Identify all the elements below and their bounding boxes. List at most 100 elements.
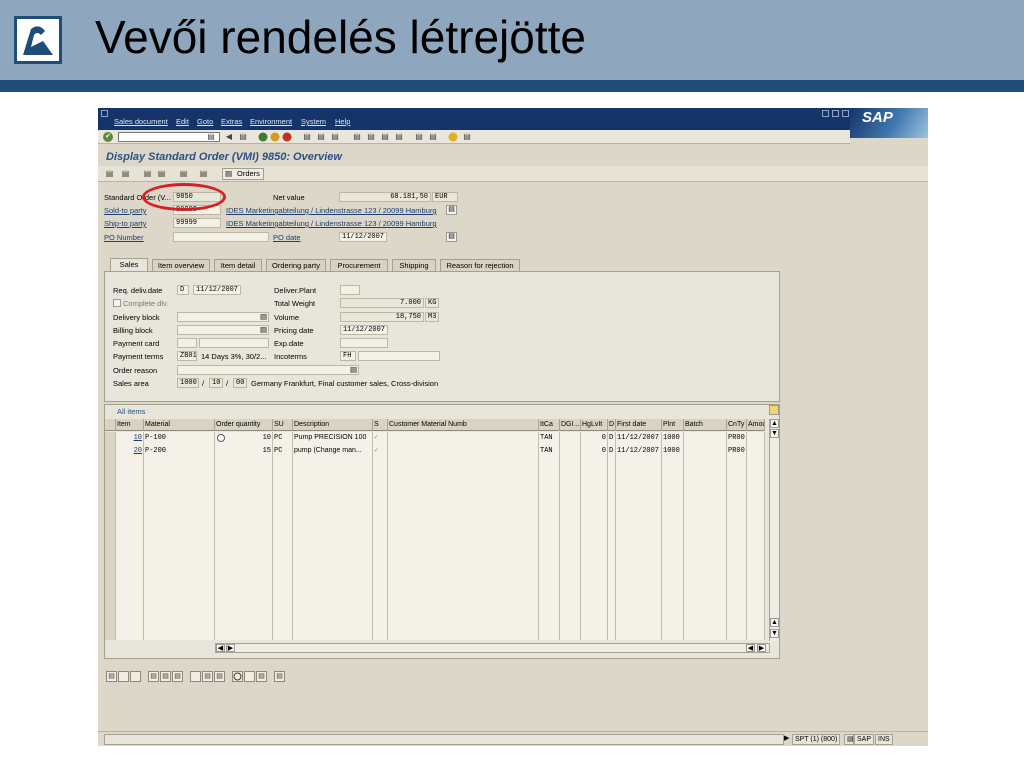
su-cell[interactable] (273, 601, 293, 614)
d-cell[interactable] (608, 497, 616, 510)
item-cell[interactable] (116, 614, 144, 627)
material-cell[interactable] (144, 497, 215, 510)
batch-cell[interactable] (684, 510, 727, 523)
deselect-all-icon[interactable]: ▤ (160, 671, 171, 682)
plant-cell[interactable] (662, 484, 684, 497)
status-overview-icon[interactable]: ▤ (198, 169, 209, 179)
select-block-icon[interactable]: ▤ (172, 671, 183, 682)
first-date-cell[interactable]: 11/12/2007 (616, 445, 662, 458)
hglvit-cell[interactable]: 0 (581, 432, 608, 445)
first-date-cell[interactable] (616, 575, 662, 588)
table-row[interactable] (105, 458, 765, 471)
first-page-icon[interactable]: ▤ (352, 132, 362, 142)
first-date-cell[interactable] (616, 497, 662, 510)
volume-field[interactable]: 18,750 (340, 312, 424, 322)
hglvit-cell[interactable] (581, 614, 608, 627)
cnty-cell[interactable] (727, 458, 747, 471)
customer-material-cell[interactable] (388, 458, 539, 471)
su-cell[interactable] (273, 575, 293, 588)
exp-date-field[interactable] (340, 338, 388, 348)
first-date-cell[interactable] (616, 471, 662, 484)
first-date-cell[interactable] (616, 510, 662, 523)
su-cell[interactable] (273, 562, 293, 575)
s-cell[interactable] (373, 627, 388, 640)
d-cell[interactable] (608, 627, 616, 640)
column-header-hglvit[interactable]: HgLvIt (581, 419, 608, 431)
column-header-d[interactable]: D (608, 419, 616, 431)
itca-cell[interactable] (539, 614, 560, 627)
sales-org-field[interactable]: 1000 (177, 378, 199, 388)
print-preview-icon[interactable]: ▤ (156, 169, 167, 179)
hglvit-cell[interactable]: 0 (581, 445, 608, 458)
table-row[interactable] (105, 497, 765, 510)
su-cell[interactable] (273, 536, 293, 549)
item-cell[interactable]: 20 (116, 445, 144, 458)
row-selector[interactable] (105, 471, 116, 484)
column-header-first-date[interactable]: First date (616, 419, 662, 431)
plant-cell[interactable] (662, 471, 684, 484)
amount-cell[interactable] (747, 458, 765, 471)
batch-cell[interactable] (684, 588, 727, 601)
amount-cell[interactable] (747, 445, 765, 458)
first-date-cell[interactable] (616, 523, 662, 536)
itca-cell[interactable] (539, 627, 560, 640)
d-cell[interactable] (608, 588, 616, 601)
s-cell[interactable] (373, 484, 388, 497)
structure-checkbox[interactable]: ✓ (373, 445, 388, 458)
table-row[interactable] (105, 471, 765, 484)
batch-cell[interactable] (684, 432, 727, 445)
item-cell[interactable] (116, 588, 144, 601)
table-row[interactable] (105, 575, 765, 588)
customer-material-cell[interactable] (388, 471, 539, 484)
scroll-page-right-icon[interactable]: ▶ (757, 644, 766, 652)
column-settings-icon[interactable] (769, 405, 779, 415)
s-cell[interactable] (373, 575, 388, 588)
hglvit-cell[interactable] (581, 601, 608, 614)
scroll-up-icon[interactable]: ▲ (770, 419, 779, 428)
column-header-batch[interactable]: Batch (684, 419, 727, 431)
table-row[interactable]: 10 P-100 10 PC Pump PRECISION 100 ✓ TAN 0 D 11/12… (105, 432, 765, 445)
menu-sales-document[interactable]: Sales document (114, 117, 168, 126)
dgi-cell[interactable] (560, 458, 581, 471)
customer-material-cell[interactable] (388, 549, 539, 562)
row-selector[interactable] (105, 614, 116, 627)
description-cell[interactable] (293, 627, 373, 640)
description-cell[interactable] (293, 614, 373, 627)
dgi-cell[interactable] (560, 510, 581, 523)
scroll-down-icon[interactable]: ▼ (770, 629, 779, 638)
order-quantity-cell[interactable]: 10 (215, 432, 273, 445)
cnty-cell[interactable]: PR00 (727, 432, 747, 445)
d-cell[interactable] (608, 614, 616, 627)
column-header-amount[interactable]: Amou (747, 419, 765, 431)
po-date-label[interactable]: PO date (273, 233, 301, 242)
s-cell[interactable] (373, 523, 388, 536)
ship-to-party-field[interactable]: 99999 (173, 218, 221, 228)
item-cell[interactable] (116, 484, 144, 497)
column-header-su[interactable]: SU (273, 419, 293, 431)
itca-cell[interactable] (539, 458, 560, 471)
amount-cell[interactable] (747, 588, 765, 601)
material-cell[interactable] (144, 536, 215, 549)
d-cell[interactable] (608, 601, 616, 614)
table-row[interactable] (105, 627, 765, 640)
s-cell[interactable] (373, 471, 388, 484)
scroll-page-down-icon[interactable]: ▼ (770, 429, 779, 438)
itca-cell[interactable] (539, 497, 560, 510)
order-quantity-cell[interactable] (215, 601, 273, 614)
material-cell[interactable] (144, 588, 215, 601)
customer-material-cell[interactable] (388, 523, 539, 536)
d-cell[interactable] (608, 562, 616, 575)
itca-cell[interactable] (539, 510, 560, 523)
column-header-plant[interactable]: Plnt (662, 419, 684, 431)
d-cell[interactable] (608, 536, 616, 549)
hglvit-cell[interactable] (581, 575, 608, 588)
weight-unit-field[interactable]: KG (425, 298, 439, 308)
row-selector[interactable] (105, 562, 116, 575)
volume-unit-field[interactable]: M3 (425, 312, 439, 322)
s-cell[interactable] (373, 510, 388, 523)
customer-material-cell[interactable] (388, 432, 539, 445)
su-cell[interactable] (273, 549, 293, 562)
column-header-dgi[interactable]: DGI... (560, 419, 581, 431)
scroll-right-icon[interactable]: ▶ (226, 644, 235, 652)
plant-cell[interactable] (662, 497, 684, 510)
